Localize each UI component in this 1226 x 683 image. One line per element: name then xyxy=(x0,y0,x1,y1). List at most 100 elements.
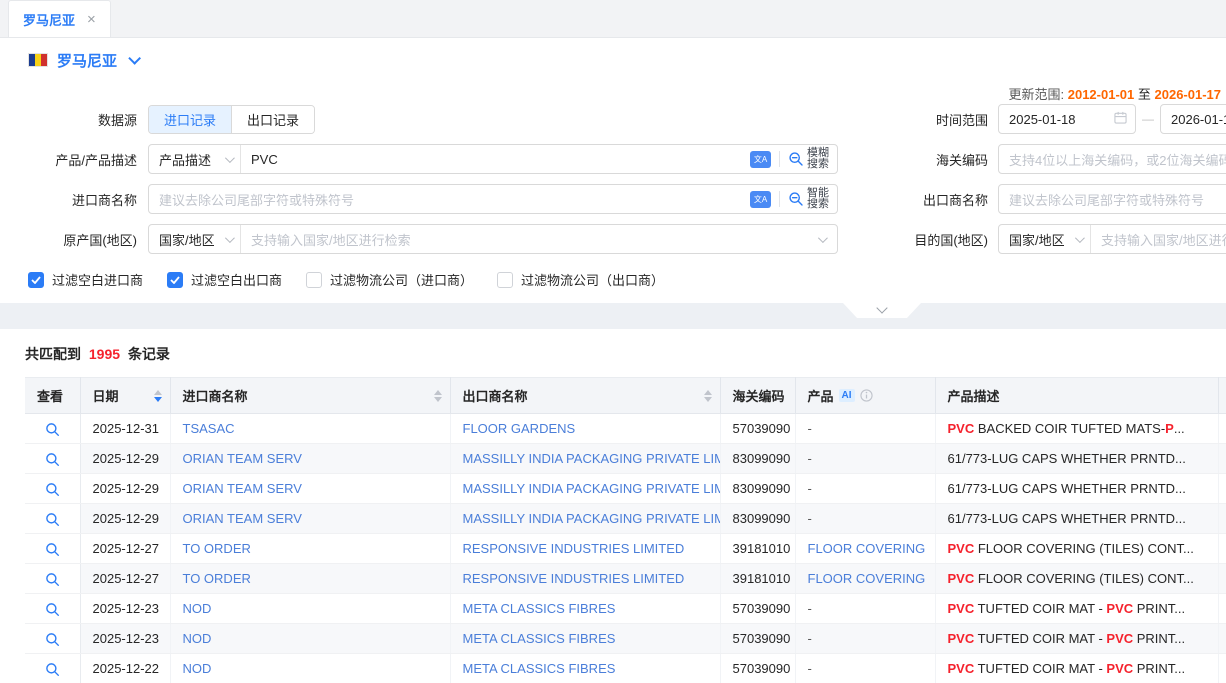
exporter-input[interactable]: 建议去除公司尾部字符或特殊符号 xyxy=(998,184,1226,214)
column-header-出口商名称[interactable]: 出口商名称 xyxy=(450,378,720,414)
exporter-link[interactable]: META CLASSICS FIBRES xyxy=(463,631,616,646)
tab-close-icon[interactable]: × xyxy=(87,11,96,28)
importer-link[interactable]: TO ORDER xyxy=(183,541,251,556)
smart-search-button[interactable]: 智能搜索 xyxy=(788,188,837,210)
date-end-value: 2026-01-17 xyxy=(1171,112,1226,127)
view-record-button[interactable] xyxy=(45,422,60,437)
origin-country-type-select[interactable]: 国家/地区 xyxy=(149,225,241,253)
sort-desc-icon[interactable] xyxy=(704,397,712,402)
sort-desc-icon[interactable] xyxy=(434,397,442,402)
view-record-button[interactable] xyxy=(45,452,60,467)
filter-checkbox-3[interactable]: 过滤物流公司（出口商） xyxy=(497,270,664,289)
dest-country-input[interactable]: 支持输入国家/地区进行检索 xyxy=(1091,225,1226,253)
importer-link[interactable]: TSASAC xyxy=(183,421,235,436)
exporter-link[interactable]: MASSILLY INDIA PACKAGING PRIVATE LIMI... xyxy=(463,511,721,526)
column-label: 产品描述 xyxy=(948,386,1000,405)
importer-link[interactable]: ORIAN TEAM SERV xyxy=(183,481,302,496)
column-header-进口商名称[interactable]: 进口商名称 xyxy=(170,378,450,414)
zoom-search-icon xyxy=(788,191,804,207)
view-cell xyxy=(25,594,80,624)
exporter-link[interactable]: META CLASSICS FIBRES xyxy=(463,601,616,616)
filter-checkbox-2[interactable]: 过滤物流公司（进口商） xyxy=(306,270,473,289)
sort-asc-icon[interactable] xyxy=(154,390,162,395)
hs-code-cell: 83099090 xyxy=(720,474,795,504)
update-range: 更新范围: 2012-01-01 至 2026-01-17 xyxy=(1008,84,1221,103)
view-cell xyxy=(25,414,80,444)
tab-romania[interactable]: 罗马尼亚 × xyxy=(8,0,111,37)
info-icon[interactable] xyxy=(860,389,873,402)
exporter-link[interactable]: MASSILLY INDIA PACKAGING PRIVATE LIMI... xyxy=(463,451,721,466)
importer-input[interactable]: 建议去除公司尾部字符或特殊符号 xyxy=(149,185,750,213)
view-record-button[interactable] xyxy=(45,602,60,617)
zoom-search-icon xyxy=(788,151,804,167)
description-text: 61/773-LUG CAPS WHETHER PRNTD... xyxy=(948,511,1186,526)
tab-export-records[interactable]: 出口记录 xyxy=(231,106,314,133)
exporter-link[interactable]: RESPONSIVE INDUSTRIES LIMITED xyxy=(463,541,685,556)
date-start-input[interactable]: 2025-01-18 xyxy=(998,104,1136,134)
chevron-down-icon[interactable] xyxy=(818,233,828,243)
checkbox-checked-icon[interactable] xyxy=(28,272,44,288)
table-row: 2025-12-31TSASACFLOOR GARDENS57039090-PV… xyxy=(25,414,1226,444)
column-label: 进口商名称 xyxy=(183,386,248,405)
description-text: FLOOR COVERING (TILES) CONT... xyxy=(974,541,1194,556)
view-record-button[interactable] xyxy=(45,512,60,527)
product-description-cell: 61/773-LUG CAPS WHETHER PRNTD... xyxy=(935,474,1218,504)
product-link[interactable]: FLOOR COVERING xyxy=(808,541,926,556)
sort-desc-icon[interactable] xyxy=(154,397,162,402)
fuzzy-search-button[interactable]: 模糊搜索 xyxy=(788,148,837,170)
importer-cell: NOD xyxy=(170,594,450,624)
exporter-link[interactable]: META CLASSICS FIBRES xyxy=(463,661,616,676)
column-header-日期[interactable]: 日期 xyxy=(80,378,170,414)
product-cell: - xyxy=(795,504,935,534)
exporter-cell: RESPONSIVE INDUSTRIES LIMITED xyxy=(450,534,720,564)
checkbox-unchecked-icon[interactable] xyxy=(306,272,322,288)
update-range-from: 2012-01-01 xyxy=(1068,87,1135,102)
filter-checkbox-1[interactable]: 过滤空白出口商 xyxy=(167,270,282,289)
description-text: TUFTED COIR MAT - xyxy=(974,631,1106,646)
sort-icons[interactable] xyxy=(434,390,444,402)
translate-icon[interactable]: 文A xyxy=(750,191,771,208)
sort-icons[interactable] xyxy=(704,390,714,402)
exporter-link[interactable]: RESPONSIVE INDUSTRIES LIMITED xyxy=(463,571,685,586)
view-record-button[interactable] xyxy=(45,542,60,557)
translate-icon[interactable]: 文A xyxy=(750,151,771,168)
extra-cell xyxy=(1218,474,1226,504)
chevron-down-icon xyxy=(1075,233,1085,243)
product-type-select[interactable]: 产品描述 xyxy=(149,145,241,173)
importer-link[interactable]: NOD xyxy=(183,601,212,616)
view-record-button[interactable] xyxy=(45,482,60,497)
tab-import-records[interactable]: 进口记录 xyxy=(149,106,231,133)
dest-country-type-select[interactable]: 国家/地区 xyxy=(999,225,1091,253)
importer-link[interactable]: NOD xyxy=(183,631,212,646)
product-label: 产品/产品描述 xyxy=(0,150,137,169)
exporter-link[interactable]: FLOOR GARDENS xyxy=(463,421,576,436)
view-record-button[interactable] xyxy=(45,572,60,587)
importer-link[interactable]: NOD xyxy=(183,661,212,676)
data-source-label: 数据源 xyxy=(0,110,137,129)
date-cell: 2025-12-27 xyxy=(80,534,170,564)
importer-link[interactable]: ORIAN TEAM SERV xyxy=(183,511,302,526)
country-title[interactable]: 罗马尼亚 xyxy=(57,50,117,71)
product-link[interactable]: FLOOR COVERING xyxy=(808,571,926,586)
chevron-down-icon[interactable] xyxy=(128,52,141,65)
filter-checkbox-0[interactable]: 过滤空白进口商 xyxy=(28,270,143,289)
sort-icons[interactable] xyxy=(154,390,164,402)
importer-link[interactable]: TO ORDER xyxy=(183,571,251,586)
date-end-input[interactable]: 2026-01-17 xyxy=(1160,104,1226,134)
sort-asc-icon[interactable] xyxy=(434,390,442,395)
view-cell xyxy=(25,504,80,534)
checkbox-checked-icon[interactable] xyxy=(167,272,183,288)
origin-country-input[interactable]: 支持输入国家/地区进行检索 xyxy=(241,225,818,253)
importer-cell: NOD xyxy=(170,624,450,654)
description-text: TUFTED COIR MAT - xyxy=(974,661,1106,676)
hs-code-input[interactable]: 支持4位以上海关编码，或2位海关编码加产品描述 xyxy=(998,144,1226,174)
date-cell: 2025-12-27 xyxy=(80,564,170,594)
exporter-link[interactable]: MASSILLY INDIA PACKAGING PRIVATE LIMI... xyxy=(463,481,721,496)
view-record-button[interactable] xyxy=(45,632,60,647)
importer-link[interactable]: ORIAN TEAM SERV xyxy=(183,451,302,466)
checkbox-unchecked-icon[interactable] xyxy=(497,272,513,288)
extra-cell xyxy=(1218,594,1226,624)
sort-asc-icon[interactable] xyxy=(704,390,712,395)
product-search-input[interactable]: PVC xyxy=(241,145,750,173)
view-record-button[interactable] xyxy=(45,662,60,677)
